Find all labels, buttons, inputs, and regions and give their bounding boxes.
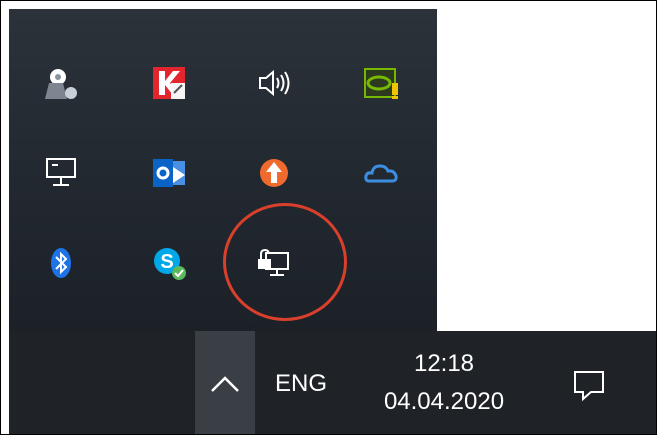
skype-icon[interactable]: S [147, 241, 191, 285]
clock-time: 12:18 [413, 350, 475, 377]
network-icon[interactable] [39, 151, 83, 195]
chevron-up-icon [211, 375, 239, 392]
onedrive-icon[interactable] [359, 151, 403, 195]
kaspersky-icon[interactable] [147, 61, 191, 105]
taskbar: ENG 12:18 04.04.2020 [9, 331, 656, 434]
svg-text:S: S [160, 251, 173, 273]
input-language-indicator[interactable]: ENG [271, 331, 331, 434]
outlook-icon[interactable] [147, 151, 191, 195]
screenshot-frame: S ENG 12:18 04.04.2020 [0, 0, 657, 435]
system-clock[interactable]: 12:18 04.04.2020 [359, 337, 529, 431]
notification-icon [574, 370, 604, 401]
hidden-icons-flyout: S [9, 9, 437, 331]
action-center-button[interactable] [549, 331, 629, 434]
sound-speaker-icon[interactable] [39, 61, 83, 105]
nvidia-icon[interactable] [359, 61, 403, 105]
show-hidden-icons-button[interactable] [195, 331, 255, 434]
bluetooth-icon[interactable] [39, 241, 83, 285]
unlocked-computer-icon[interactable] [252, 241, 296, 285]
volume-icon[interactable] [252, 61, 296, 105]
update-arrow-icon[interactable] [252, 151, 296, 195]
clock-date: 04.04.2020 [383, 388, 505, 415]
